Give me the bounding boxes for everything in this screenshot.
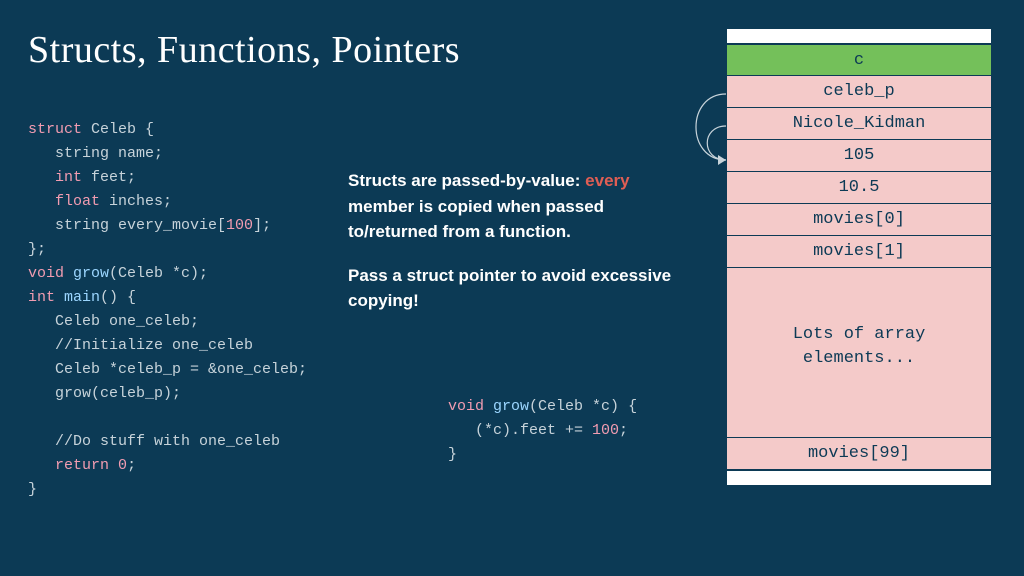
code-token: } <box>448 446 457 463</box>
code-token: Celeb { <box>82 121 154 138</box>
code-token: ]; <box>253 217 271 234</box>
code-token <box>484 398 493 415</box>
code-token <box>28 169 55 186</box>
code-token: //Do stuff with one_celeb <box>28 433 280 450</box>
stack-cell-lots: Lots of arrayelements... <box>726 268 992 438</box>
stack-top-bar <box>726 28 992 44</box>
code-token: Celeb *celeb_p = &one_celeb; <box>28 361 307 378</box>
stack-cell-movies-99: movies[99] <box>726 438 992 470</box>
stack-cell-movies-1: movies[1] <box>726 236 992 268</box>
stack-cell-movies-0: movies[0] <box>726 204 992 236</box>
code-token: string name; <box>28 145 163 162</box>
code-token: main <box>64 289 100 306</box>
code-token: grow(celeb_p); <box>28 385 181 402</box>
code-token: } <box>28 481 37 498</box>
code-token: 0 <box>118 457 127 474</box>
stack-cell-celeb-p: celeb_p <box>726 76 992 108</box>
code-token <box>28 193 55 210</box>
stack-cell-c: c <box>726 44 992 76</box>
annotation-text: member is copied when passed to/returned… <box>348 197 604 242</box>
annotation-highlight: every <box>585 171 629 190</box>
slide-title: Structs, Functions, Pointers <box>28 28 460 72</box>
code-block-right: void grow(Celeb *c) { (*c).feet += 100; … <box>448 395 637 467</box>
code-token: ; <box>127 457 136 474</box>
code-token: inches; <box>100 193 172 210</box>
code-token: () { <box>100 289 136 306</box>
code-token: void <box>28 265 64 282</box>
code-token: 100 <box>226 217 253 234</box>
code-token: int <box>55 169 82 186</box>
code-token <box>28 457 55 474</box>
code-token <box>109 457 118 474</box>
stack-cell-feet: 105 <box>726 140 992 172</box>
code-token: float <box>55 193 100 210</box>
code-token: (Celeb *c) { <box>529 398 637 415</box>
code-token: }; <box>28 241 46 258</box>
code-token <box>55 289 64 306</box>
stack-cell-inches: 10.5 <box>726 172 992 204</box>
code-block-left: struct Celeb { string name; int feet; fl… <box>28 118 307 502</box>
code-token: struct <box>28 121 82 138</box>
code-token: //Initialize one_celeb <box>28 337 253 354</box>
annotation-block: Structs are passed-by-value: every membe… <box>348 168 678 332</box>
code-token: feet; <box>82 169 136 186</box>
memory-stack-diagram: c celeb_p Nicole_Kidman 105 10.5 movies[… <box>726 28 992 486</box>
annotation-p2: Pass a struct pointer to avoid excessive… <box>348 263 678 314</box>
code-token: grow <box>493 398 529 415</box>
annotation-p1: Structs are passed-by-value: every membe… <box>348 168 678 245</box>
code-token: ; <box>619 422 628 439</box>
code-token: 100 <box>592 422 619 439</box>
code-token: int <box>28 289 55 306</box>
code-token <box>64 265 73 282</box>
stack-bottom-bar <box>726 470 992 486</box>
code-token: (Celeb *c); <box>109 265 208 282</box>
pointer-arrows <box>676 80 728 220</box>
code-token: Celeb one_celeb; <box>28 313 199 330</box>
annotation-text: Structs are passed-by-value: <box>348 171 585 190</box>
code-token: grow <box>73 265 109 282</box>
code-token: return <box>55 457 109 474</box>
code-token: (*c).feet += <box>448 422 592 439</box>
code-token: string every_movie[ <box>28 217 226 234</box>
stack-cell-name: Nicole_Kidman <box>726 108 992 140</box>
code-token: void <box>448 398 484 415</box>
